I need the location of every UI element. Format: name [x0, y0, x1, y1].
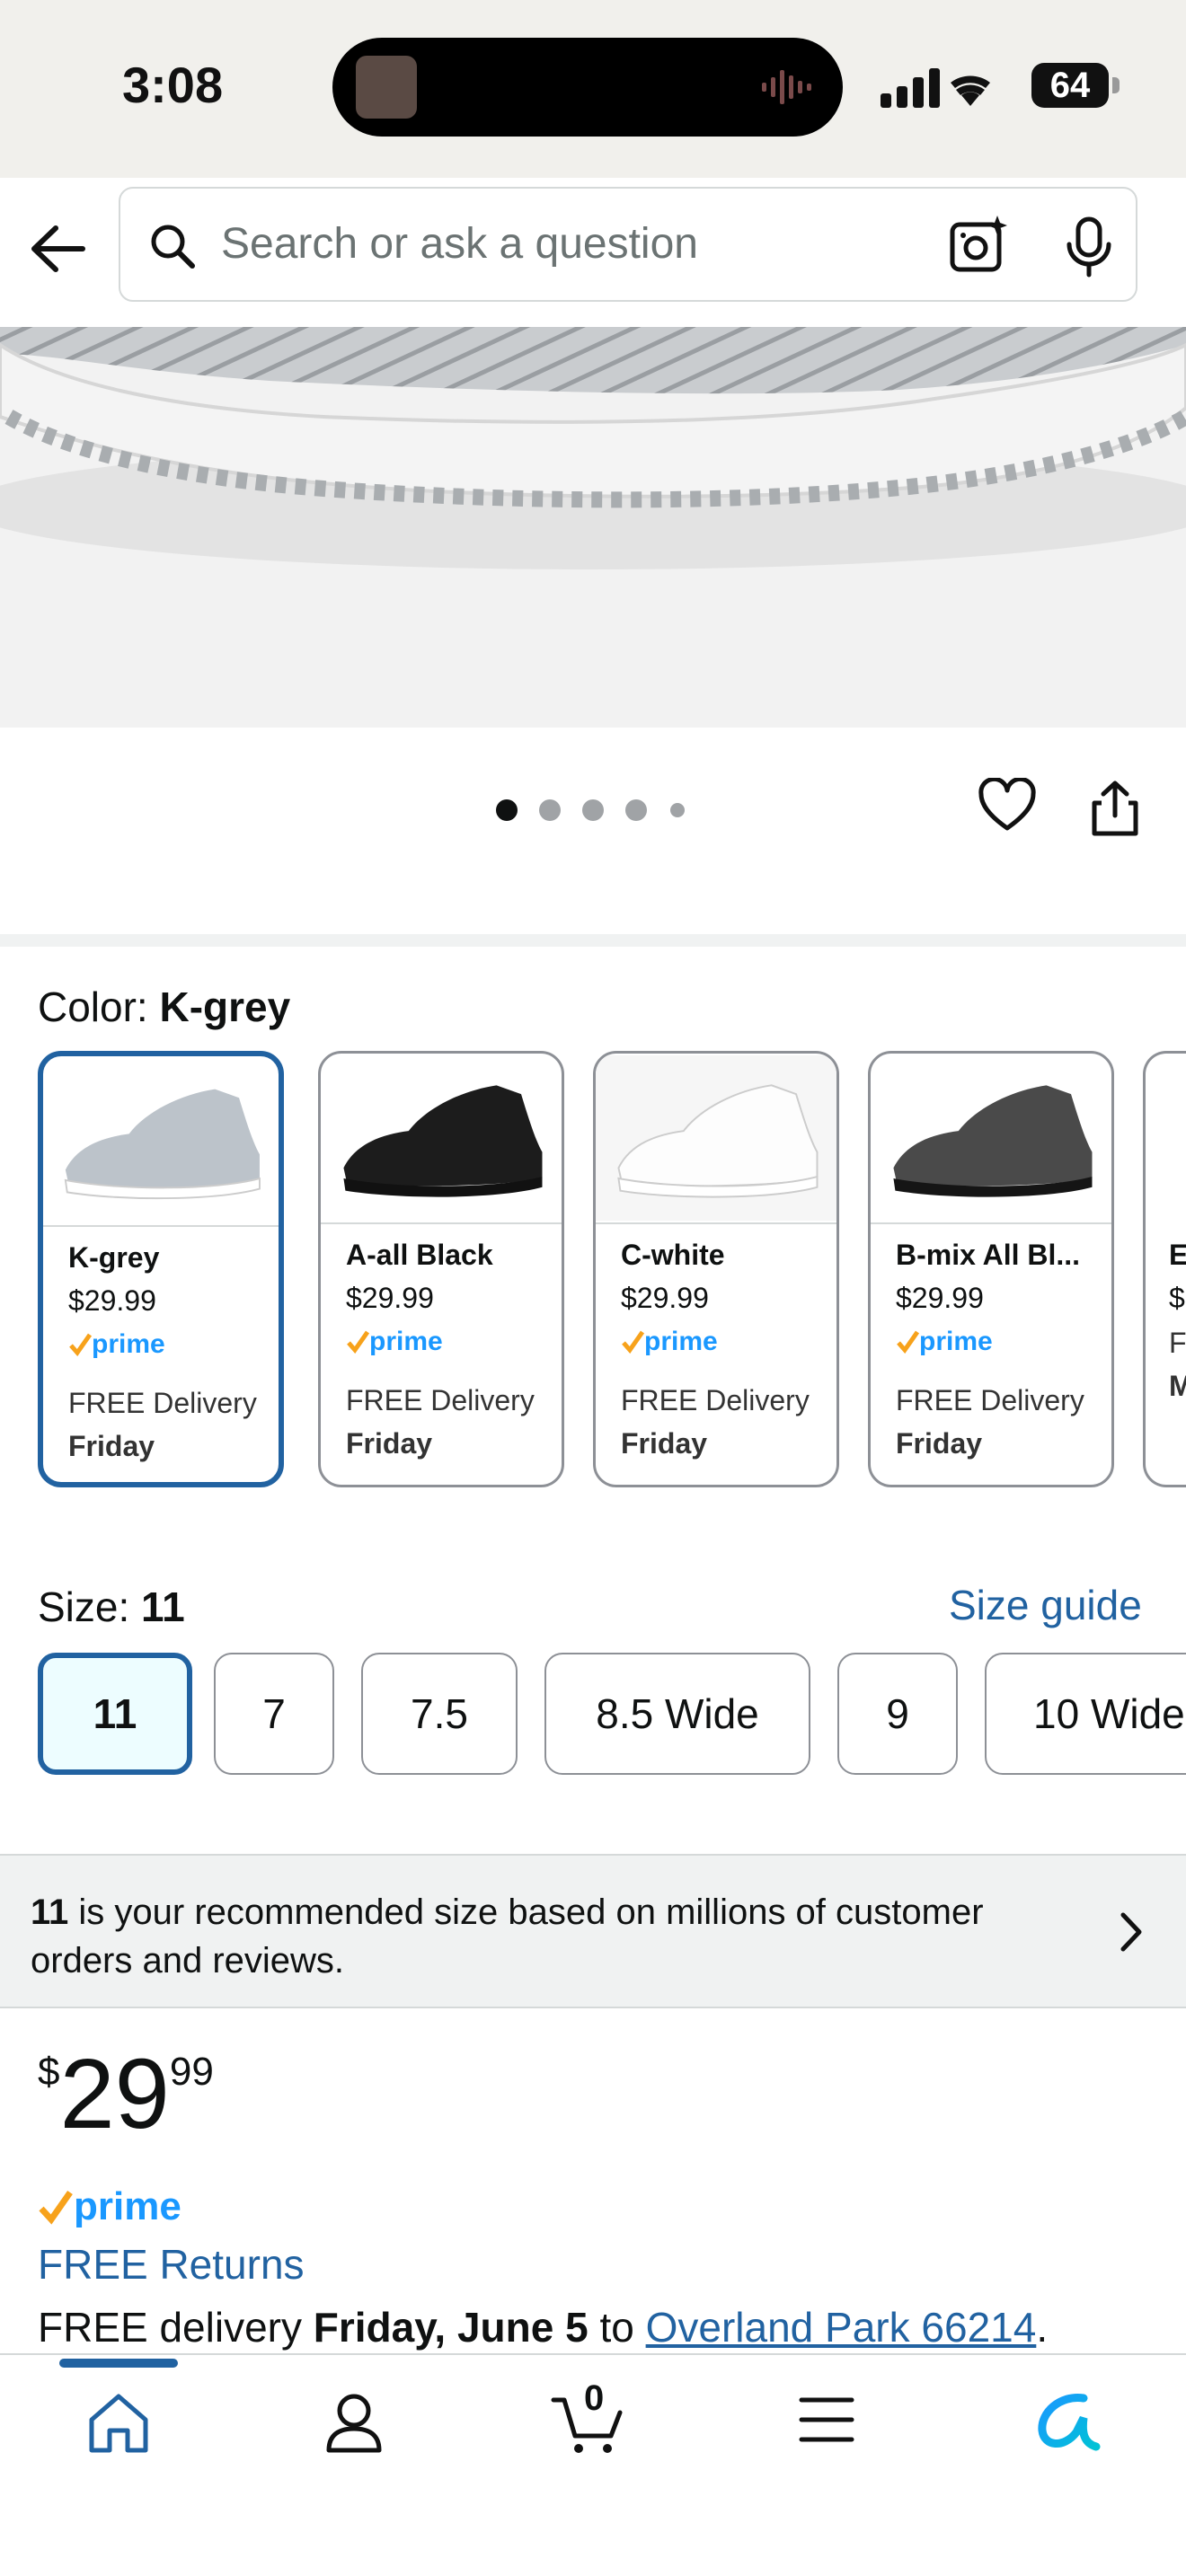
search-bar[interactable]: Search or ask a question: [119, 187, 1137, 302]
microphone-icon[interactable]: [1064, 216, 1114, 278]
product-image[interactable]: [0, 327, 1186, 728]
size-recommendation-banner[interactable]: 11 is your recommended size based on mil…: [0, 1854, 1186, 2008]
back-arrow-icon[interactable]: [25, 216, 92, 282]
cart-count: 0: [584, 2378, 605, 2418]
color-swatch-b-mix-all-black[interactable]: B-mix All Bl... $29.99 prime FREE Delive…: [868, 1051, 1114, 1487]
prime-check-icon: [897, 1330, 920, 1354]
delivery-location-link[interactable]: Overland Park 66214: [646, 2304, 1037, 2351]
price: $2999: [38, 2039, 214, 2149]
shoe-thumbnail-a-all-black: [321, 1085, 562, 1224]
search-icon: [151, 225, 195, 269]
size-option-8-5-wide[interactable]: 8.5 Wide: [544, 1653, 810, 1775]
account-icon[interactable]: [323, 2391, 385, 2456]
prime-check-icon: [622, 1330, 645, 1354]
chevron-right-icon: [1120, 1912, 1142, 1952]
size-option-9[interactable]: 9: [837, 1653, 958, 1775]
prime-badge: prime: [68, 1329, 165, 1360]
shoe-thumbnail-k-grey: [43, 1089, 279, 1227]
color-label: Color: K-grey: [38, 984, 291, 1030]
prime-check-icon: [39, 2190, 73, 2225]
selected-size: 11: [141, 1584, 185, 1630]
active-tab-indicator: [59, 2359, 178, 2368]
selected-color: K-grey: [159, 984, 291, 1030]
now-playing-artwork: [356, 56, 417, 119]
shoe-thumbnail-c-white: [596, 1055, 836, 1224]
cart-button[interactable]: 0: [550, 2378, 625, 2462]
image-pager-dots[interactable]: [494, 798, 692, 823]
recommendation-text: 11 is your recommended size based on mil…: [31, 1892, 984, 1981]
home-icon[interactable]: [84, 2391, 153, 2456]
prime-badge: prime: [896, 1327, 993, 1357]
battery-indicator: 64: [1031, 63, 1109, 108]
prime-badge: prime: [346, 1327, 443, 1357]
search-input[interactable]: Search or ask a question: [221, 219, 698, 269]
cellular-wifi-icon: [881, 68, 990, 108]
prime-logo: prime: [38, 2184, 181, 2229]
status-bar: 3:08 64: [0, 0, 1186, 178]
size-label: Size: 11: [38, 1584, 185, 1630]
rufus-ai-icon[interactable]: [1033, 2391, 1102, 2456]
size-option-7[interactable]: 7: [214, 1653, 334, 1775]
free-returns-link[interactable]: FREE Returns: [38, 2240, 305, 2289]
color-swatch-k-grey[interactable]: K-grey $29.99 prime FREE Delivery Friday: [38, 1051, 284, 1487]
audio-waveform-icon: [762, 70, 811, 104]
delivery-info: FREE delivery Friday, June 5 to Overland…: [38, 2304, 1049, 2351]
size-option-7-5[interactable]: 7.5: [361, 1653, 518, 1775]
section-divider: [0, 934, 1186, 947]
size-option-11[interactable]: 11: [38, 1653, 192, 1775]
color-swatch-partial[interactable]: E $ FI M: [1143, 1051, 1186, 1487]
camera-search-icon[interactable]: [947, 214, 1010, 277]
share-icon[interactable]: [1085, 778, 1145, 837]
color-swatch-c-white[interactable]: C-white $29.99 prime FREE Delivery Frida…: [593, 1051, 839, 1487]
prime-check-icon: [347, 1330, 370, 1354]
prime-badge: prime: [621, 1327, 718, 1357]
menu-icon[interactable]: [798, 2395, 855, 2445]
dynamic-island[interactable]: [332, 38, 843, 137]
size-guide-link[interactable]: Size guide: [949, 1581, 1142, 1629]
heart-icon[interactable]: [978, 778, 1037, 834]
color-swatch-a-all-black[interactable]: A-all Black $29.99 prime FREE Delivery F…: [318, 1051, 564, 1487]
status-time: 3:08: [122, 57, 224, 113]
bottom-nav: 0: [0, 2353, 1186, 2576]
prime-check-icon: [69, 1333, 93, 1357]
size-option-10-wide[interactable]: 10 Wide: [985, 1653, 1186, 1775]
shoe-sole-image: [0, 327, 1186, 569]
battery-nub: [1112, 77, 1120, 93]
shoe-thumbnail-b-mix: [871, 1085, 1111, 1224]
